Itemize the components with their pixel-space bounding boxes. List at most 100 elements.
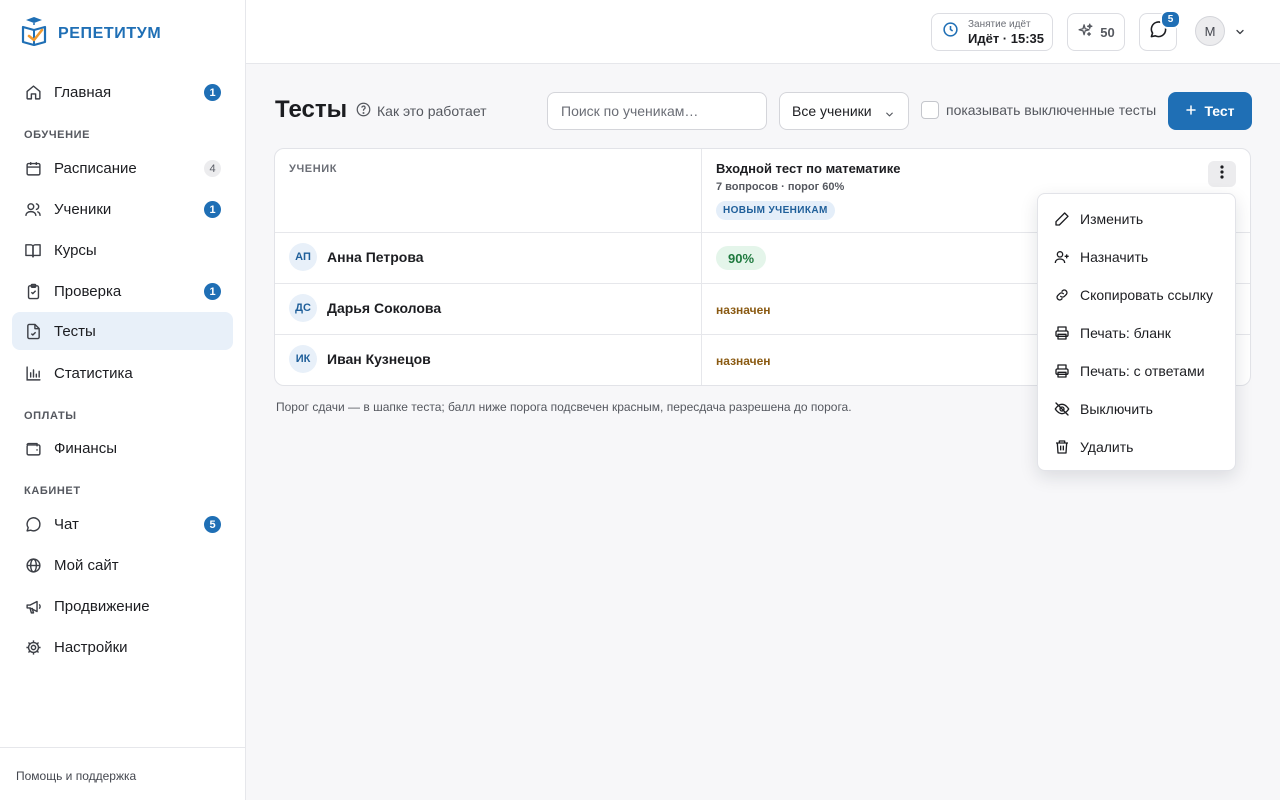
chevron-down-icon xyxy=(884,107,895,123)
home-icon xyxy=(24,83,42,101)
count-badge: 1 xyxy=(204,84,221,101)
sidebar-item-label: Курсы xyxy=(54,241,97,259)
lesson-caption: Занятие идёт xyxy=(968,18,1031,30)
points-button[interactable]: 50 xyxy=(1067,13,1125,51)
menu-item-label: Изменить xyxy=(1080,211,1144,227)
sidebar-item-label: Тесты xyxy=(54,322,96,340)
menu-item-copy-link[interactable]: Скопировать ссылку xyxy=(1038,276,1235,314)
link-icon xyxy=(1054,287,1070,303)
sidebar-item-label: Мой сайт xyxy=(54,556,119,574)
book-icon xyxy=(24,241,42,259)
assigned-status[interactable]: назначен xyxy=(716,354,771,368)
menu-item-print-blank[interactable]: Печать: бланк xyxy=(1038,314,1235,352)
student-name[interactable]: Анна Петрова xyxy=(327,249,424,265)
threshold-footnote: Порог сдачи — в шапке теста; балл ниже п… xyxy=(276,400,852,414)
sidebar-item-label: Финансы xyxy=(54,439,117,457)
student-name[interactable]: Дарья Соколова xyxy=(327,300,441,316)
sidebar-item-label: Настройки xyxy=(54,638,128,656)
trash-icon xyxy=(1054,439,1070,455)
menu-item-print-answers[interactable]: Печать: с ответами xyxy=(1038,352,1235,390)
student-column-header: УЧЕНИК xyxy=(289,163,338,175)
test-file-icon xyxy=(24,322,42,340)
student-avatar: ДС xyxy=(289,294,317,322)
brand-logo[interactable]: РЕПЕТИТУМ xyxy=(20,16,161,51)
sparkle-icon xyxy=(1077,22,1094,42)
how-it-works-link[interactable]: Как это работает xyxy=(356,102,487,120)
sidebar-item-review[interactable]: Проверка 1 xyxy=(12,272,233,310)
sidebar-item-settings[interactable]: Настройки xyxy=(12,628,233,666)
sidebar-item-promotion[interactable]: Продвижение xyxy=(12,587,233,625)
chat-button[interactable]: 5 xyxy=(1139,10,1181,51)
test-actions-button[interactable] xyxy=(1208,161,1236,187)
student-avatar: АП xyxy=(289,243,317,271)
globe-icon xyxy=(24,556,42,574)
sidebar-item-finance[interactable]: Финансы xyxy=(12,429,233,467)
brand-name: РЕПЕТИТУМ xyxy=(58,24,162,42)
sidebar-item-statistics[interactable]: Статистика xyxy=(12,354,233,392)
sidebar-item-chat[interactable]: Чат 5 xyxy=(12,505,233,543)
chevron-down-icon[interactable] xyxy=(1234,25,1246,43)
menu-item-label: Печать: с ответами xyxy=(1080,363,1205,379)
megaphone-icon xyxy=(24,597,42,615)
user-avatar[interactable]: М xyxy=(1195,16,1225,46)
student-search-input[interactable] xyxy=(547,92,767,130)
menu-item-label: Выключить xyxy=(1080,401,1153,417)
student-filter-select[interactable]: Все ученики xyxy=(779,92,909,130)
student-avatar: ИК xyxy=(289,345,317,373)
test-meta: 7 вопросов · порог 60% xyxy=(716,181,845,193)
printer-icon xyxy=(1054,325,1070,341)
menu-item-disable[interactable]: Выключить xyxy=(1038,390,1235,428)
test-title[interactable]: Входной тест по математике xyxy=(716,161,900,176)
show-disabled-checkbox[interactable] xyxy=(921,101,939,119)
printer-icon xyxy=(1054,363,1070,379)
sidebar-item-home[interactable]: Главная 1 xyxy=(12,73,233,111)
section-payments: ОПЛАТЫ xyxy=(24,410,77,422)
clock-icon xyxy=(942,21,959,43)
sidebar-item-label: Продвижение xyxy=(54,597,150,615)
sidebar-item-students[interactable]: Ученики 1 xyxy=(12,190,233,228)
help-link[interactable]: Помощь и поддержка xyxy=(16,769,136,783)
menu-item-assign[interactable]: Назначить xyxy=(1038,238,1235,276)
topbar: Занятие идёт Идёт · 15:35 50 5 М xyxy=(246,0,1280,64)
user-plus-icon xyxy=(1054,249,1070,265)
sidebar-item-label: Проверка xyxy=(54,282,122,300)
sidebar: РЕПЕТИТУМ Главная 1 ОБУЧЕНИЕ Расписание … xyxy=(0,0,246,800)
points-value: 50 xyxy=(1100,24,1115,40)
eye-off-icon xyxy=(1054,401,1070,417)
gear-icon xyxy=(24,638,42,656)
menu-item-label: Скопировать ссылку xyxy=(1080,287,1214,303)
menu-item-delete[interactable]: Удалить xyxy=(1038,428,1235,466)
chat-icon xyxy=(24,515,42,533)
sidebar-item-label: Чат xyxy=(54,515,79,533)
sidebar-item-label: Расписание xyxy=(54,159,137,177)
sidebar-item-courses[interactable]: Курсы xyxy=(12,231,233,269)
chat-count-badge: 5 xyxy=(1160,10,1181,29)
clipboard-icon xyxy=(24,282,42,300)
help-circle-icon xyxy=(356,102,371,120)
page-title: Тесты xyxy=(275,96,348,123)
count-badge: 1 xyxy=(204,201,221,218)
sidebar-item-label: Статистика xyxy=(54,364,133,382)
lesson-status-button[interactable]: Занятие идёт Идёт · 15:35 xyxy=(931,13,1053,51)
score-badge[interactable]: 90% xyxy=(716,246,766,270)
assigned-status[interactable]: назначен xyxy=(716,303,771,317)
test-actions-menu: Изменить Назначить Скопировать ссылку Пе… xyxy=(1037,193,1236,471)
sidebar-item-tests[interactable]: Тесты xyxy=(12,312,233,350)
add-test-button[interactable]: Тест xyxy=(1168,92,1252,130)
sidebar-item-my-site[interactable]: Мой сайт xyxy=(12,546,233,584)
sidebar-item-schedule[interactable]: Расписание 4 xyxy=(12,149,233,187)
menu-item-edit[interactable]: Изменить xyxy=(1038,200,1235,238)
bar-chart-icon xyxy=(24,364,42,382)
sidebar-item-label: Главная xyxy=(54,83,112,101)
logo-icon xyxy=(20,16,48,51)
count-badge: 5 xyxy=(204,516,221,533)
show-disabled-label: показывать выключенные тесты xyxy=(946,102,1157,118)
test-audience-tag: НОВЫМ УЧЕНИКАМ xyxy=(716,201,835,220)
calendar-icon xyxy=(24,159,42,177)
column-divider xyxy=(701,149,702,385)
menu-item-label: Назначить xyxy=(1080,249,1149,265)
section-learning: ОБУЧЕНИЕ xyxy=(24,129,91,141)
add-test-label: Тест xyxy=(1204,103,1235,119)
student-name[interactable]: Иван Кузнецов xyxy=(327,351,431,367)
users-icon xyxy=(24,200,42,218)
